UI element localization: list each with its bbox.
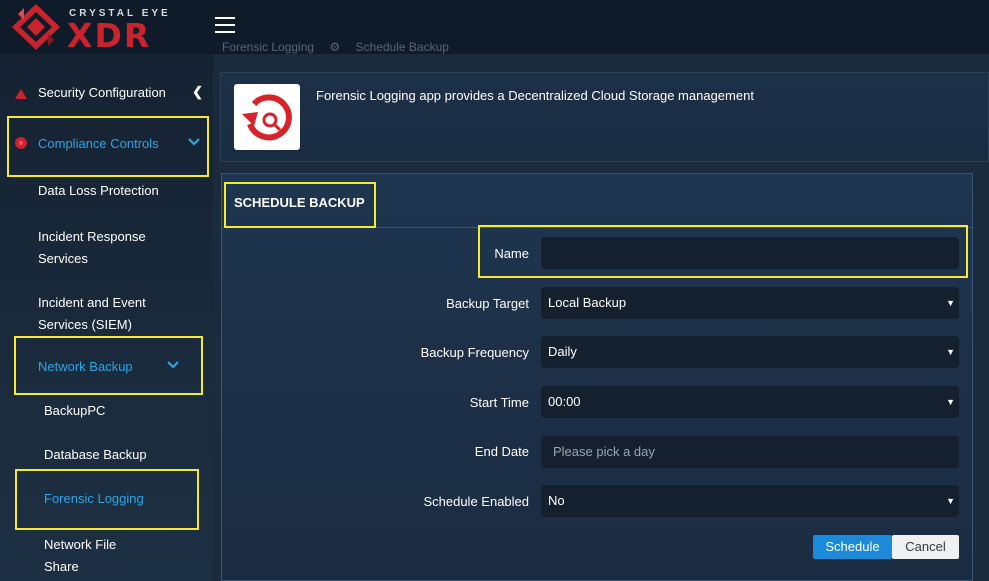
breadcrumb-item[interactable]: Forensic Logging: [222, 40, 314, 54]
divider: [222, 227, 972, 228]
select-value: Daily: [548, 344, 577, 359]
shield-dot-icon: [15, 137, 27, 152]
sidebar-item-label: Forensic Logging: [44, 491, 144, 506]
caret-down-icon: ▼: [946, 496, 955, 506]
cancel-button[interactable]: Cancel: [892, 535, 959, 559]
name-label: Name: [494, 246, 529, 261]
chevron-down-icon: [167, 358, 179, 373]
sidebar-item-security-configuration[interactable]: Security Configuration ❮: [0, 84, 213, 104]
date-placeholder: Please pick a day: [553, 444, 655, 459]
sidebar-item-data-loss-protection[interactable]: Data Loss Protection: [0, 182, 213, 202]
hamburger-menu-icon[interactable]: [215, 17, 235, 33]
end-date-picker[interactable]: Please pick a day: [541, 436, 959, 468]
breadcrumb-item: Schedule Backup: [355, 40, 449, 54]
panel-title: SCHEDULE BACKUP: [234, 195, 365, 210]
crystal-eye-logo[interactable]: CRYSTAL EYE XDR: [10, 2, 185, 55]
sidebar-item-label: Incident and Event Services (SIEM): [38, 295, 146, 332]
chevron-left-icon: ❮: [192, 84, 203, 99]
sidebar: Security Configuration ❮ Compliance Cont…: [0, 54, 213, 581]
sidebar-item-network-file-share[interactable]: Network File Share: [0, 534, 213, 574]
select-value: No: [548, 493, 565, 508]
backup-restore-icon: [234, 84, 300, 150]
caret-down-icon: ▼: [946, 397, 955, 407]
select-value: 00:00: [548, 394, 581, 409]
sidebar-item-incident-response-services[interactable]: Incident Response Services: [0, 226, 213, 266]
select-value: Local Backup: [548, 295, 627, 310]
sidebar-item-backuppc[interactable]: BackupPC: [0, 402, 213, 422]
backup-target-select[interactable]: Local Backup ▼: [541, 287, 959, 319]
sidebar-item-label: Security Configuration: [38, 85, 166, 100]
sidebar-item-siem[interactable]: Incident and Event Services (SIEM): [0, 292, 213, 332]
caret-down-icon: ▼: [946, 347, 955, 357]
gear-icon: ⚙: [329, 40, 341, 54]
app-description: Forensic Logging app provides a Decentra…: [316, 88, 754, 103]
logo-mark-icon: [12, 4, 60, 50]
schedule-backup-form: SCHEDULE BACKUP Name Backup Target Local…: [221, 173, 973, 581]
sidebar-item-database-backup[interactable]: Database Backup: [0, 446, 213, 466]
sidebar-item-label: Compliance Controls: [38, 136, 159, 151]
end-date-label: End Date: [474, 444, 529, 459]
sidebar-item-network-backup[interactable]: Network Backup: [0, 358, 213, 378]
start-time-label: Start Time: [469, 395, 529, 410]
sidebar-item-forensic-logging[interactable]: Forensic Logging: [0, 490, 213, 510]
top-bar: CRYSTAL EYE XDR: [0, 0, 989, 55]
name-input[interactable]: [541, 237, 959, 269]
backup-frequency-label: Backup Frequency: [420, 345, 529, 360]
sidebar-item-label: Network File Share: [44, 537, 117, 574]
sidebar-item-label: Data Loss Protection: [38, 183, 159, 198]
warning-triangle-icon: [15, 87, 27, 102]
app-info-panel: Forensic Logging app provides a Decentra…: [220, 72, 989, 162]
sidebar-item-compliance-controls[interactable]: Compliance Controls: [0, 135, 213, 155]
brand-big-text: XDR: [67, 16, 152, 55]
sidebar-item-label: BackupPC: [44, 403, 106, 418]
sidebar-item-label: Network Backup: [38, 359, 133, 374]
backup-target-label: Backup Target: [446, 296, 529, 311]
start-time-select[interactable]: 00:00 ▼: [541, 386, 959, 418]
schedule-enabled-select[interactable]: No ▼: [541, 485, 959, 517]
schedule-button[interactable]: Schedule: [813, 535, 892, 559]
chevron-down-icon: [188, 135, 200, 150]
schedule-enabled-label: Schedule Enabled: [423, 494, 529, 509]
backup-frequency-select[interactable]: Daily ▼: [541, 336, 959, 368]
sidebar-item-label: Database Backup: [44, 447, 147, 462]
caret-down-icon: ▼: [946, 298, 955, 308]
breadcrumb: Forensic Logging ⚙ Schedule Backup: [222, 40, 449, 54]
sidebar-item-label: Incident Response Services: [38, 229, 146, 266]
